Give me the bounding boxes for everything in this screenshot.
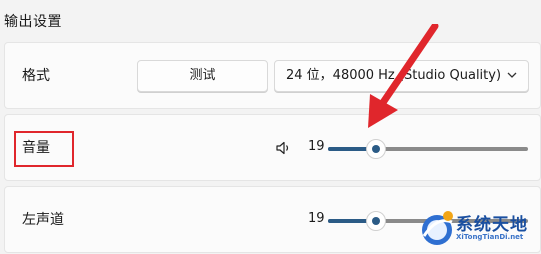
slider-thumb[interactable] bbox=[366, 211, 386, 231]
speaker-icon[interactable] bbox=[275, 140, 291, 160]
volume-value: 19 bbox=[308, 139, 325, 154]
chevron-down-icon bbox=[506, 61, 518, 91]
left-channel-label: 左声道 bbox=[22, 212, 64, 228]
watermark-text: 系统天地 bbox=[456, 215, 528, 235]
left-channel-value: 19 bbox=[308, 211, 325, 226]
format-label: 格式 bbox=[22, 68, 50, 84]
watermark-sub: XiTongTianDi.net bbox=[456, 233, 524, 241]
format-row: 格式 测试 24 位，48000 Hz (Studio Quality) bbox=[4, 42, 541, 109]
volume-slider[interactable] bbox=[328, 139, 528, 159]
section-title: 输出设置 bbox=[4, 14, 62, 30]
volume-row: 音量 19 bbox=[4, 114, 541, 181]
slider-thumb[interactable] bbox=[366, 139, 386, 159]
test-button[interactable]: 测试 bbox=[137, 60, 268, 92]
watermark-logo: 系统天地 XiTongTianDi.net bbox=[418, 206, 541, 253]
annotation-arrow bbox=[368, 24, 439, 128]
volume-label: 音量 bbox=[22, 140, 50, 156]
watermark-icon bbox=[422, 211, 453, 245]
